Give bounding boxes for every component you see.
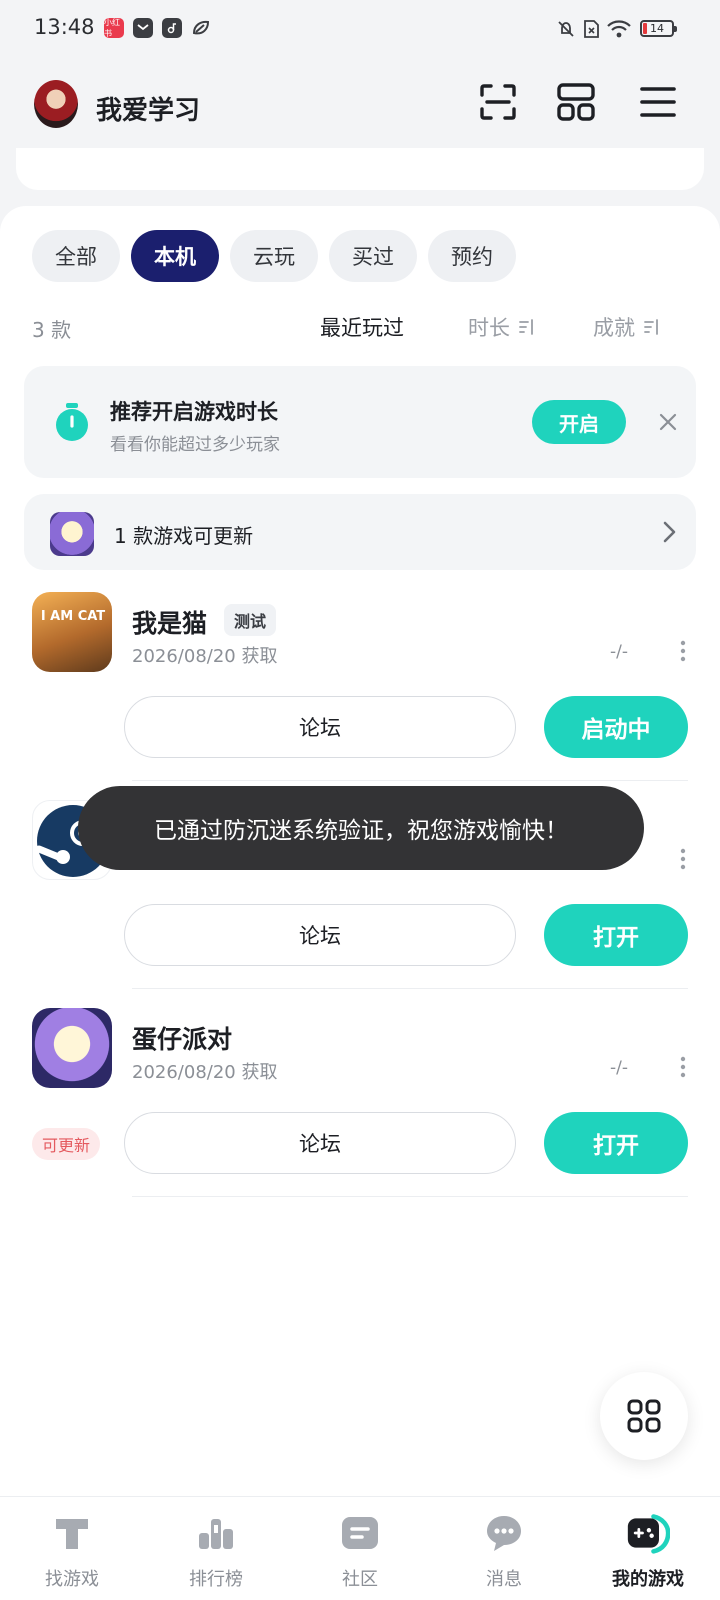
avatar[interactable] [34,80,78,128]
chevron-right-icon [663,521,676,543]
battery-icon: 14 [640,20,677,37]
community-icon [338,1511,382,1555]
nav-label: 找游戏 [45,1569,99,1590]
divider [132,988,688,989]
game-name[interactable]: 我是猫 [132,604,207,640]
sort-recent[interactable]: 最近玩过 [320,312,404,342]
update-notice: 1 款游戏可更新 [114,524,254,548]
nav-my-games[interactable]: 我的游戏 [576,1497,720,1600]
banner-subtitle: 看看你能超过多少玩家 [110,435,280,455]
nav-find-games[interactable]: 找游戏 [0,1497,144,1600]
sort-duration-label: 时长 [468,316,510,340]
toast-text: 已通过防沉迷系统验证，祝您游戏愉快！ [154,818,568,844]
music-notification-icon [162,18,182,38]
game-stat: -/- [610,1058,628,1078]
nav-label: 排行榜 [189,1569,243,1590]
game-stat: -/- [610,642,628,662]
sort-icon [519,319,533,335]
nav-label: 消息 [486,1569,522,1590]
divider [132,1196,688,1197]
scan-button[interactable] [478,82,522,126]
sort-achievement[interactable]: 成就 [593,312,661,342]
rankings-icon [194,1511,238,1555]
layout-icon [557,83,595,121]
game-icon-i-am-cat[interactable] [32,592,112,672]
game-icon-eggy-party[interactable] [32,1008,112,1088]
mute-icon [558,21,574,37]
filter-tab-purchased[interactable]: 买过 [329,230,417,282]
stopwatch-icon [56,403,88,441]
status-time: 13:48 [34,15,95,39]
app-header: 我爱学习 [0,72,720,142]
nav-messages[interactable]: 消息 [432,1497,576,1600]
game-date: 2026/08/20 获取 [132,646,278,667]
forum-button[interactable]: 论坛 [124,696,516,758]
nav-rankings[interactable]: 排行榜 [144,1497,288,1600]
toast-message: 已通过防沉迷系统验证，祝您游戏愉快！ [78,786,644,870]
more-options-icon[interactable] [680,848,686,870]
messages-icon [482,1511,526,1555]
filter-tab-local[interactable]: 本机 [131,230,219,282]
status-bar: 13:48 小红书 14 [0,0,720,56]
sort-achievement-label: 成就 [593,316,635,340]
nav-label: 社区 [342,1569,378,1590]
more-options-icon[interactable] [680,1056,686,1078]
forum-button[interactable]: 论坛 [124,904,516,966]
game-update-row[interactable]: 1 款游戏可更新 [24,494,696,570]
close-icon[interactable] [658,412,678,432]
update-game-thumbnail [50,512,94,556]
battery-level: 14 [650,22,664,35]
nav-label: 我的游戏 [612,1569,684,1590]
apps-grid-icon [627,1399,661,1433]
xiaohongshu-notification-icon: 小红书 [104,18,124,38]
game-item: 蛋仔派对 2026/08/20 获取 -/- 可更新 论坛 打开 [0,1008,720,1216]
collapsed-card [16,148,704,190]
scan-icon [480,84,516,120]
filter-tabs: 全部 本机 云玩 买过 预约 [32,230,516,282]
game-item: 我是猫 测试 2026/08/20 获取 -/- 论坛 启动中 [0,592,720,800]
sort-icon [644,319,658,335]
forum-button[interactable]: 论坛 [124,1112,516,1174]
banner-title: 推荐开启游戏时长 [110,400,278,424]
sort-row: 3 款 最近玩过 时长 成就 [32,312,688,344]
open-button[interactable]: 打开 [544,1112,688,1174]
game-tag: 测试 [224,604,277,636]
filter-tab-cloud[interactable]: 云玩 [230,230,318,282]
enable-playtime-button[interactable]: 开启 [532,400,626,444]
wifi-icon [607,20,631,38]
launch-button[interactable]: 启动中 [544,696,688,758]
mail-notification-icon [133,18,153,38]
menu-button[interactable] [638,82,682,126]
sort-recent-label: 最近玩过 [320,316,404,340]
open-button[interactable]: 打开 [544,904,688,966]
update-available-badge: 可更新 [32,1128,101,1160]
filter-tab-reserved[interactable]: 预约 [428,230,516,282]
username[interactable]: 我爱学习 [96,90,200,127]
game-count: 3 款 [32,318,72,342]
nav-community[interactable]: 社区 [288,1497,432,1600]
bottom-nav: 找游戏 排行榜 社区 消息 我的游戏 [0,1496,720,1600]
layout-button[interactable] [556,82,600,126]
menu-icon [640,87,676,117]
game-date: 2026/08/20 获取 [132,1062,278,1083]
no-sim-icon [584,20,599,38]
leaf-notification-icon [191,18,211,38]
apps-fab[interactable] [600,1372,688,1460]
playtime-banner: 推荐开启游戏时长 看看你能超过多少玩家 开启 [24,366,696,478]
game-name[interactable]: 蛋仔派对 [132,1020,232,1056]
filter-tab-all[interactable]: 全部 [32,230,120,282]
sort-duration[interactable]: 时长 [468,312,536,342]
more-options-icon[interactable] [680,640,686,662]
divider [132,780,688,781]
my-games-icon [626,1511,670,1555]
find-games-icon [50,1511,94,1555]
